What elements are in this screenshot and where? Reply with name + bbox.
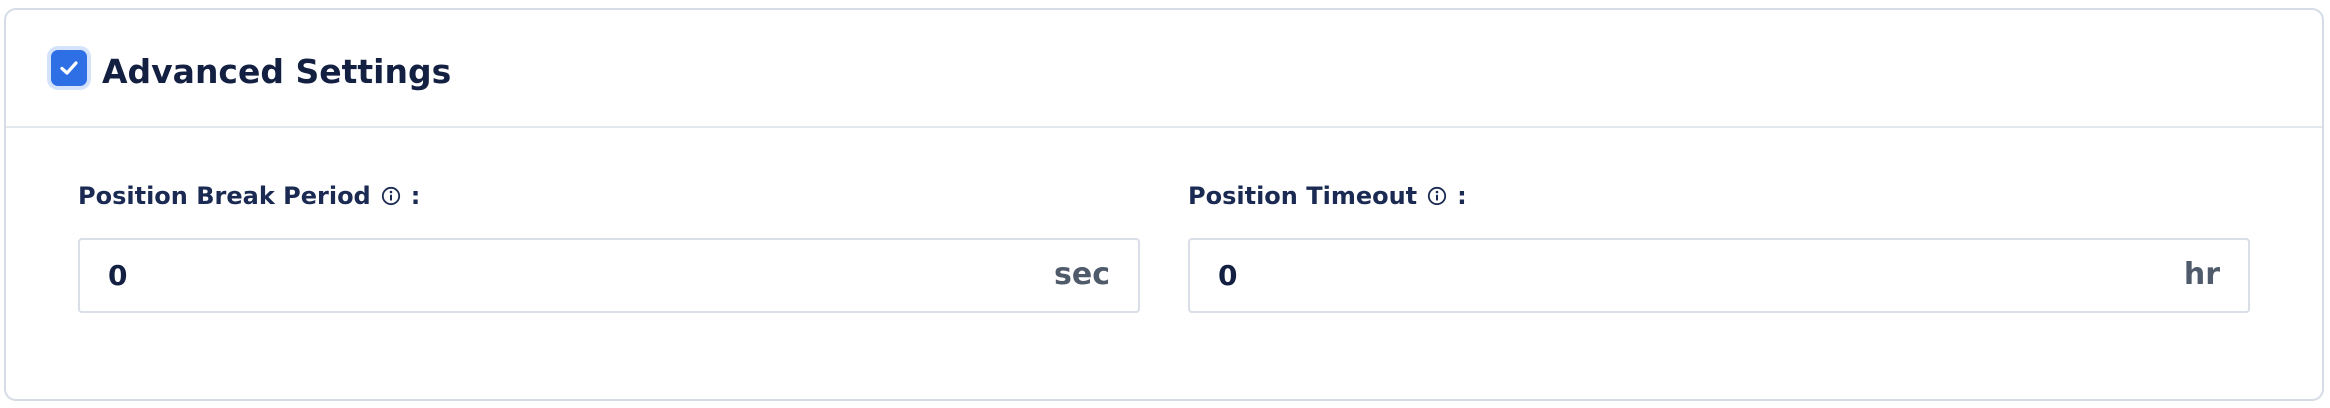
timeout-colon: :	[1457, 182, 1467, 210]
break-period-value[interactable]: 0	[108, 260, 127, 292]
advanced-settings-checkbox[interactable]	[51, 50, 87, 86]
check-icon	[60, 61, 78, 75]
break-period-unit: sec	[1054, 257, 1110, 292]
panel-header: Advanced Settings	[6, 10, 2322, 128]
timeout-label: Position Timeout	[1188, 182, 1418, 210]
advanced-settings-panel: Advanced Settings Position Break Period …	[4, 8, 2324, 401]
advanced-settings-title: Advanced Settings	[102, 52, 452, 91]
timeout-value[interactable]: 0	[1218, 260, 1237, 292]
timeout-label-row: Position Timeout :	[1188, 180, 1467, 212]
timeout-unit: hr	[2183, 257, 2220, 292]
info-circle-icon[interactable]	[381, 186, 401, 206]
break-period-label: Position Break Period	[78, 182, 371, 210]
break-period-label-row: Position Break Period :	[78, 180, 420, 212]
break-period-input[interactable]: 0 sec	[78, 238, 1140, 313]
timeout-input[interactable]: 0 hr	[1188, 238, 2250, 313]
info-circle-icon[interactable]	[1427, 186, 1447, 206]
break-period-colon: :	[410, 182, 421, 210]
